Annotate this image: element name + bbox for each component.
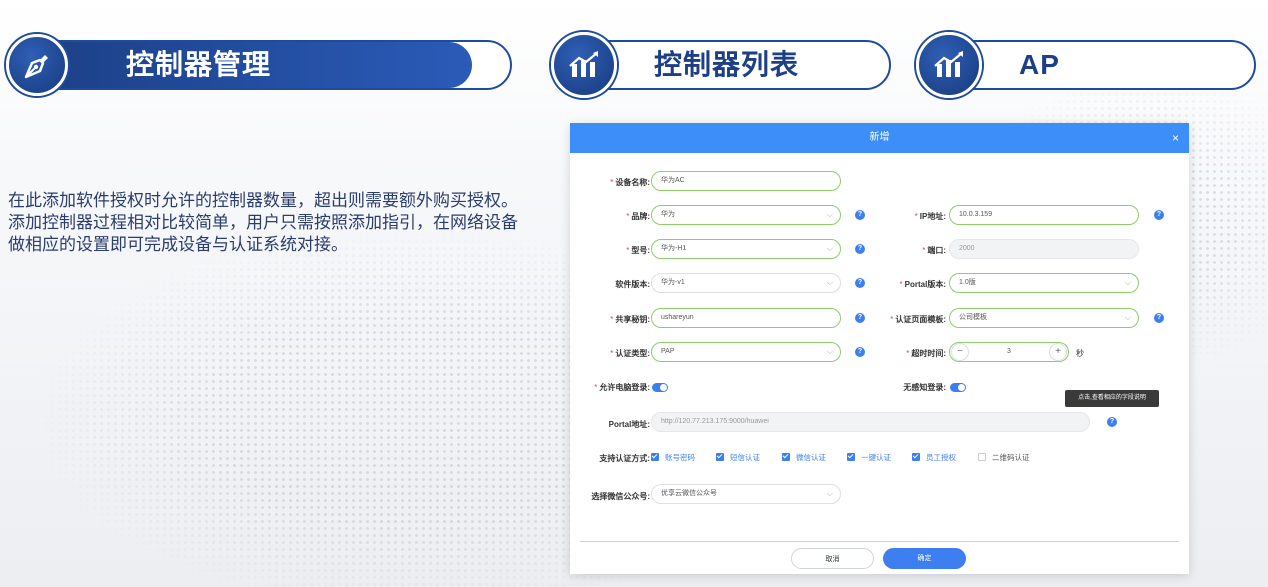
checkbox-checked-icon bbox=[651, 453, 659, 461]
port-label: * 端口: bbox=[922, 246, 946, 255]
close-icon[interactable]: × bbox=[1172, 123, 1179, 153]
auth-option-qrcode[interactable]: 二维码认证 bbox=[978, 452, 1030, 463]
header-pill bbox=[938, 40, 1256, 90]
timeout-label: * 超时时间: bbox=[906, 349, 946, 358]
section-header-controller-management: 控制器管理 bbox=[6, 34, 512, 96]
bar-chart-icon bbox=[916, 32, 982, 98]
description-text: 在此添加软件授权时允许的控制器数量，超出则需要额外购买授权。添加控制器过程相对比… bbox=[8, 191, 518, 254]
help-icon[interactable]: ? bbox=[855, 313, 865, 323]
auth-option-wechat[interactable]: 微信认证 bbox=[782, 452, 826, 463]
header-title: AP bbox=[1019, 49, 1060, 80]
chevron-down-icon: ⌵ bbox=[826, 489, 833, 498]
timeout-unit: 秒 bbox=[1076, 349, 1084, 358]
auth-type-select[interactable]: PAP ⌵ bbox=[651, 342, 841, 362]
checkbox-unchecked-icon bbox=[978, 453, 986, 461]
software-version-select[interactable]: 华为-v1 ⌵ bbox=[651, 273, 841, 293]
help-icon[interactable]: ? bbox=[1107, 417, 1117, 427]
chevron-down-icon: ⌵ bbox=[826, 244, 833, 253]
section-header-ap: AP bbox=[916, 32, 1260, 98]
chevron-down-icon: ⌵ bbox=[1124, 313, 1131, 322]
ip-input[interactable]: 10.0.3.159 bbox=[949, 205, 1139, 225]
section-header-controller-list: 控制器列表 bbox=[551, 32, 894, 98]
dialog-title: 新增 bbox=[869, 132, 890, 143]
pen-nib-icon bbox=[6, 34, 68, 96]
model-select[interactable]: 华为-H1 ⌵ bbox=[651, 239, 841, 259]
model-label: * 型号: bbox=[626, 246, 650, 255]
header-title: 控制器列表 bbox=[654, 49, 800, 80]
wechat-account-label: 选择微信公众号: bbox=[591, 492, 650, 501]
confirm-button[interactable]: 确定 bbox=[883, 548, 966, 569]
bar-chart-icon bbox=[551, 32, 617, 98]
add-controller-dialog: 新增 × * 设备名称: 华为AC * 品牌: 华为 ⌵ ? * IP地址: 10.0.… bbox=[570, 123, 1189, 574]
portal-version-select[interactable]: 1.0版 ⌵ bbox=[949, 273, 1139, 293]
minus-icon[interactable]: − bbox=[951, 343, 969, 361]
header-title: 控制器管理 bbox=[126, 49, 272, 80]
auth-option-one-click[interactable]: 一键认证 bbox=[847, 452, 891, 463]
chevron-down-icon: ⌵ bbox=[1124, 278, 1131, 287]
software-version-label: 软件版本: bbox=[615, 280, 650, 289]
auth-option-employee[interactable]: 员工授权 bbox=[912, 452, 956, 463]
checkbox-checked-icon bbox=[847, 453, 855, 461]
auth-type-label: * 认证类型: bbox=[610, 349, 650, 358]
supported-auth-label: 支持认证方式: bbox=[599, 454, 650, 463]
shared-secret-label: * 共享秘钥: bbox=[610, 315, 650, 324]
cancel-button[interactable]: 取消 bbox=[791, 548, 874, 569]
shared-secret-input[interactable]: ushareyun bbox=[651, 308, 841, 328]
checkbox-checked-icon bbox=[782, 453, 790, 461]
dialog-header: 新增 × bbox=[570, 123, 1189, 153]
help-icon[interactable]: ? bbox=[855, 278, 865, 288]
portal-version-label: * Portal版本: bbox=[899, 280, 946, 289]
checkbox-checked-icon bbox=[912, 453, 920, 461]
help-icon[interactable]: ? bbox=[1154, 210, 1164, 220]
ip-label: * IP地址: bbox=[914, 212, 946, 221]
wechat-account-select[interactable]: 优享云微信公众号 ⌵ bbox=[651, 484, 841, 504]
brand-label: * 品牌: bbox=[626, 212, 650, 221]
chevron-down-icon: ⌵ bbox=[826, 278, 833, 287]
port-input[interactable]: 2000 bbox=[949, 239, 1139, 259]
allow-pc-login-toggle[interactable] bbox=[652, 383, 668, 392]
brand-select[interactable]: 华为 ⌵ bbox=[651, 205, 841, 225]
allow-pc-login-label: * 允许电脑登录: bbox=[594, 383, 650, 392]
help-icon[interactable]: ? bbox=[855, 347, 865, 357]
device-name-label: * 设备名称: bbox=[610, 178, 650, 187]
chevron-down-icon: ⌵ bbox=[826, 347, 833, 356]
help-icon[interactable]: ? bbox=[1154, 313, 1164, 323]
portal-url-input[interactable]: http://120.77.213.175:9000/huawei bbox=[651, 412, 1090, 432]
auth-page-template-select[interactable]: 公司模板 ⌵ bbox=[949, 308, 1139, 328]
timeout-value: 3 bbox=[1007, 348, 1011, 355]
footer-divider bbox=[580, 541, 1179, 542]
plus-icon[interactable]: + bbox=[1049, 343, 1067, 361]
portal-url-label: Portal地址: bbox=[608, 420, 650, 429]
auth-page-template-label: * 认证页面模板: bbox=[890, 315, 946, 324]
checkbox-checked-icon bbox=[716, 453, 724, 461]
device-name-input[interactable]: 华为AC bbox=[651, 171, 841, 191]
help-icon[interactable]: ? bbox=[855, 210, 865, 220]
silent-login-label: 无感知登录: bbox=[903, 383, 946, 392]
help-icon[interactable]: ? bbox=[855, 244, 865, 254]
help-tooltip: 点击,查看相应的字段说明 bbox=[1065, 390, 1159, 407]
chevron-down-icon: ⌵ bbox=[826, 210, 833, 219]
auth-option-account-password[interactable]: 账号密码 bbox=[651, 452, 695, 463]
auth-option-sms[interactable]: 短信认证 bbox=[716, 452, 760, 463]
silent-login-toggle[interactable] bbox=[950, 383, 966, 392]
